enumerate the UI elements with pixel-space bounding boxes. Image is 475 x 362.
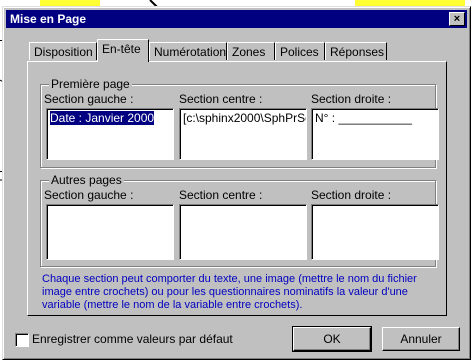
save-defaults-checkbox[interactable] [15,333,29,347]
first-page-right-label: Section droite : [311,92,392,106]
tab-disposition[interactable]: Disposition [29,42,97,60]
first-page-group-label: Première page [49,77,132,91]
other-pages-left-label: Section gauche : [44,188,134,202]
other-pages-right-field[interactable] [311,204,439,260]
cancel-button[interactable]: Annuler [382,327,460,351]
first-page-left-label: Section gauche : [44,92,134,106]
first-page-left-value: Date : Janvier 2000 [50,111,155,125]
other-pages-center-field[interactable] [179,204,307,260]
dialog-title: Mise en Page [10,12,87,26]
first-page-left-field[interactable]: Date : Janvier 2000 [46,108,174,160]
tab-numerotation[interactable]: Numérotation [149,42,227,60]
page-setup-dialog: Mise en Page × Disposition En-tête Numér… [2,6,471,360]
help-text: Chaque section peut comporter du texte, … [42,273,417,311]
tab-zones[interactable]: Zones [227,42,275,60]
tab-polices[interactable]: Polices [275,42,325,60]
first-page-right-field[interactable]: N° : ___________ [311,108,439,160]
first-page-center-label: Section centre : [179,92,263,106]
other-pages-left-field[interactable] [46,204,174,260]
other-pages-right-label: Section droite : [311,188,392,202]
ok-button[interactable]: OK [292,326,372,352]
first-page-center-field[interactable]: [c:\sphinx2000\SphPrSe [179,108,307,160]
title-bar[interactable]: Mise en Page × [6,10,467,28]
tab-reponses[interactable]: Réponses [325,42,387,60]
other-pages-group-label: Autres pages [49,173,124,187]
tab-panel-en-tete: Première page Section gauche : Section c… [27,61,447,316]
close-button[interactable]: × [449,12,465,26]
other-pages-center-label: Section centre : [179,188,263,202]
tab-en-tete[interactable]: En-tête [97,39,149,62]
save-defaults-label: Enregistrer comme valeurs par défaut [32,332,233,346]
